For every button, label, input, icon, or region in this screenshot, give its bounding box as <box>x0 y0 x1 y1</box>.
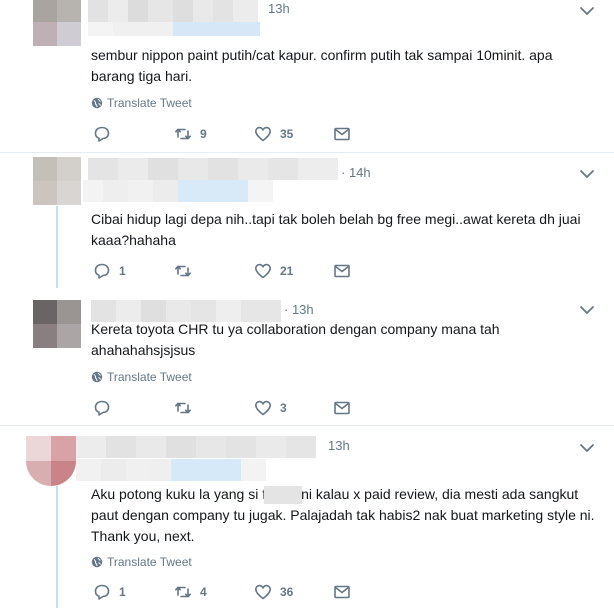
tweet-text: Cibai hidup lagi depa nih..tapi tak bole… <box>91 211 581 248</box>
timestamp[interactable]: 13h <box>268 1 290 16</box>
tweet-actions: 9 35 <box>93 125 363 145</box>
tweet-3[interactable]: · 13h Kereta toyota CHR tu ya collaborat… <box>0 288 614 425</box>
reply-count: 1 <box>119 264 126 278</box>
thread-connector <box>56 486 58 608</box>
direct-message-button[interactable] <box>333 125 351 143</box>
timestamp[interactable]: · 14h <box>341 165 371 180</box>
direct-message-button[interactable] <box>333 262 351 280</box>
heart-icon <box>255 584 271 600</box>
author-name-redacted[interactable] <box>76 436 316 458</box>
author-handle-redacted[interactable] <box>83 180 273 202</box>
retweet-icon <box>175 586 191 598</box>
retweet-button[interactable] <box>174 262 200 280</box>
chevron-down-icon[interactable] <box>579 302 595 318</box>
like-button[interactable]: 36 <box>254 583 293 601</box>
direct-message-button[interactable] <box>333 399 351 417</box>
globe-icon <box>91 371 103 383</box>
avatar[interactable] <box>26 436 76 486</box>
reply-button[interactable] <box>93 399 119 417</box>
avatar[interactable] <box>33 157 81 205</box>
retweet-icon <box>175 402 191 414</box>
reply-button[interactable] <box>93 125 119 143</box>
like-button[interactable]: 3 <box>254 399 287 417</box>
reply-icon <box>94 263 110 279</box>
chevron-down-icon[interactable] <box>579 3 595 19</box>
reply-button[interactable]: 1 <box>93 583 126 601</box>
retweet-count: 4 <box>200 585 207 599</box>
translate-tweet-link[interactable]: Translate Tweet <box>91 370 192 384</box>
tweet-text: sembur nippon paint putih/cat kapur. con… <box>91 47 553 84</box>
like-button[interactable]: 35 <box>254 125 293 143</box>
reply-button[interactable]: 1 <box>93 262 126 280</box>
thread-connector <box>56 206 58 288</box>
translate-label[interactable]: Translate Tweet <box>107 370 192 384</box>
translate-tweet-link[interactable]: Translate Tweet <box>91 555 192 569</box>
chevron-down-icon[interactable] <box>579 166 595 182</box>
like-count: 3 <box>280 401 287 415</box>
redacted-word <box>264 486 302 504</box>
reply-icon <box>94 400 110 416</box>
retweet-button[interactable] <box>174 399 200 417</box>
translate-label[interactable]: Translate Tweet <box>107 555 192 569</box>
translate-label[interactable]: Translate Tweet <box>107 96 192 110</box>
retweet-icon <box>175 128 191 140</box>
envelope-icon <box>334 264 350 278</box>
envelope-icon <box>334 401 350 415</box>
reply-icon <box>94 584 110 600</box>
retweet-icon <box>175 265 191 277</box>
envelope-icon <box>334 585 350 599</box>
avatar[interactable] <box>33 0 81 46</box>
retweet-count: 9 <box>200 127 207 141</box>
timestamp[interactable]: 13h <box>328 438 350 453</box>
timestamp[interactable]: · 13h <box>284 302 314 317</box>
heart-icon <box>255 400 271 416</box>
author-name-redacted[interactable] <box>88 158 338 180</box>
globe-icon <box>91 556 103 568</box>
tweet-2[interactable]: · 14h Cibai hidup lagi depa nih..tapi ta… <box>0 153 614 287</box>
like-count: 36 <box>280 585 294 599</box>
tweet-text: Aku potong kuku la yang si f e ni kalau … <box>91 486 595 544</box>
author-handle-redacted[interactable] <box>76 459 266 481</box>
tweet-text: Kereta toyota CHR tu ya collaboration de… <box>91 321 500 358</box>
retweet-button[interactable]: 4 <box>174 583 207 601</box>
heart-icon <box>255 126 271 142</box>
reply-icon <box>94 126 110 142</box>
like-count: 35 <box>280 127 294 141</box>
like-button[interactable]: 21 <box>254 262 293 280</box>
avatar[interactable] <box>33 300 81 348</box>
tweet-actions: 1 21 <box>93 262 363 282</box>
heart-icon <box>255 263 271 279</box>
author-name-redacted[interactable] <box>88 0 260 36</box>
globe-icon <box>91 97 103 109</box>
tweet-actions: 1 4 36 <box>93 583 363 603</box>
tweet-actions: 3 <box>93 399 363 419</box>
translate-tweet-link[interactable]: Translate Tweet <box>91 96 192 110</box>
tweet-4[interactable]: 13h Aku potong kuku la yang si f e ni ka… <box>0 426 614 608</box>
envelope-icon <box>334 127 350 141</box>
direct-message-button[interactable] <box>333 583 351 601</box>
like-count: 21 <box>280 264 294 278</box>
retweet-button[interactable]: 9 <box>174 125 207 143</box>
reply-count: 1 <box>119 585 126 599</box>
chevron-down-icon[interactable] <box>579 440 595 456</box>
tweet-1[interactable]: 13h sembur nippon paint putih/cat kapur.… <box>0 0 614 152</box>
